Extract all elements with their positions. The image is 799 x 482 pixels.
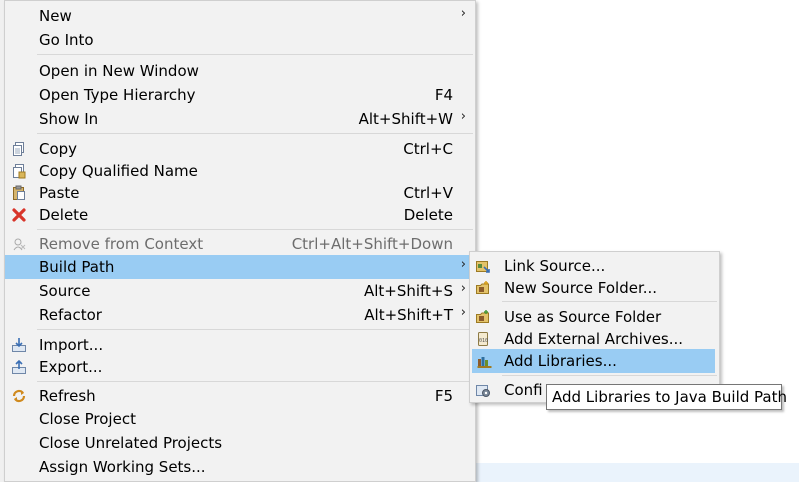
menu-item-label: Build Path [39,258,115,276]
menu-item-show-in[interactable]: Show In Alt+Shift+W › [5,107,475,131]
import-icon [11,337,27,353]
menu-separator [37,133,473,134]
menu-item-label: Close Unrelated Projects [39,434,223,452]
menu-item-label: Delete [39,206,89,224]
submenu-arrow-icon: › [460,281,466,296]
copy-qualified-name-icon [11,163,27,179]
submenu-item-label: Use as Source Folder [504,308,662,326]
submenu-item-label: Add Libraries... [504,352,617,370]
new-source-folder-icon [475,280,491,296]
submenu-item-use-as-source-folder[interactable]: Use as Source Folder [470,305,719,329]
menu-item-label: Show In [39,110,99,128]
menu-item-label: Paste [39,184,80,202]
tooltip-text: Add Libraries to Java Build Path [552,388,788,406]
submenu-item-label: Link Source... [504,257,606,275]
menu-item-label: Export... [39,358,103,376]
menu-item-shortcut: F5 [434,387,453,405]
menu-item-label: Import... [39,336,104,354]
remove-from-context-icon [11,236,27,252]
submenu-item-new-source-folder[interactable]: New Source Folder... [470,276,719,300]
menu-item-refresh[interactable]: Refresh F5 [5,384,475,408]
menu-item-open-type-hierarchy[interactable]: Open Type Hierarchy F4 [5,83,475,107]
submenu-item-add-libraries[interactable]: Add Libraries... [472,349,715,373]
menu-item-assign-working-sets[interactable]: Assign Working Sets... [5,455,475,479]
refresh-icon [11,388,27,404]
background-panel-strip [476,463,799,482]
use-as-source-folder-icon [475,309,491,325]
menu-item-label: Copy Qualified Name [39,162,198,180]
menu-separator [37,229,473,230]
menu-item-go-into[interactable]: Go Into [5,28,475,52]
submenu-item-label: Add External Archives... [504,330,684,348]
menu-item-source[interactable]: Source Alt+Shift+S › [5,279,475,303]
submenu-item-label: Confi [504,381,543,399]
menu-item-shortcut: F4 [434,86,453,104]
tooltip: Add Libraries to Java Build Path [546,384,787,410]
menu-item-copy[interactable]: Copy Ctrl+C [5,137,475,161]
paste-icon [11,185,27,201]
context-menu: New › Go Into Open in New Window Open Ty… [4,0,476,482]
menu-item-label: Close Project [39,410,136,428]
submenu-arrow-icon: › [460,109,466,124]
submenu-item-add-external-archives[interactable]: 010 Add External Archives... [470,327,719,351]
menu-item-shortcut: Ctrl+V [403,184,453,202]
menu-item-shortcut: Alt+Shift+W [358,110,453,128]
menu-item-label: Copy [39,140,78,158]
link-source-icon [475,258,491,274]
submenu-item-link-source[interactable]: Link Source... [470,254,719,278]
menu-item-close-unrelated-projects[interactable]: Close Unrelated Projects [5,431,475,455]
delete-icon [11,207,27,223]
menu-item-import[interactable]: Import... [5,333,475,357]
menu-item-new[interactable]: New › [5,4,475,28]
menu-item-delete[interactable]: Delete Delete [5,203,475,227]
menu-item-label: Remove from Context [39,235,204,253]
menu-separator [37,54,473,55]
menu-item-build-path[interactable]: Build Path › [5,255,475,279]
menu-item-label: Refresh [39,387,96,405]
menu-item-label: Open in New Window [39,62,199,80]
export-icon [11,359,27,375]
submenu-arrow-icon: › [460,257,466,272]
submenu-arrow-icon: › [460,6,466,21]
menu-item-shortcut: Alt+Shift+S [363,282,453,300]
menu-item-label: Open Type Hierarchy [39,86,196,104]
menu-item-close-project[interactable]: Close Project [5,407,475,431]
menu-item-refactor[interactable]: Refactor Alt+Shift+T › [5,303,475,327]
menu-item-label: New [39,7,72,25]
menu-item-shortcut: Ctrl+Alt+Shift+Down [291,235,453,253]
menu-item-copy-qualified-name[interactable]: Copy Qualified Name [5,159,475,183]
menu-item-remove-from-context: Remove from Context Ctrl+Alt+Shift+Down [5,232,475,256]
svg-text:010: 010 [479,338,488,344]
menu-separator [502,301,717,302]
menu-item-label: Refactor [39,306,102,324]
menu-item-export[interactable]: Export... [5,355,475,379]
menu-item-open-in-new-window[interactable]: Open in New Window [5,59,475,83]
build-path-submenu: Link Source... New Source Folder... Use … [469,251,720,403]
menu-separator [37,329,473,330]
menu-item-shortcut: Ctrl+C [403,140,453,158]
menu-item-shortcut: Delete [403,206,453,224]
menu-item-label: Source [39,282,91,300]
menu-separator [502,375,717,376]
submenu-arrow-icon: › [460,305,466,320]
configure-build-path-icon [475,382,491,398]
add-external-archives-icon: 010 [475,331,491,347]
menu-item-label: Assign Working Sets... [39,458,206,476]
menu-separator [37,381,473,382]
submenu-item-label: New Source Folder... [504,279,658,297]
menu-item-shortcut: Alt+Shift+T [364,306,453,324]
menu-item-label: Go Into [39,31,94,49]
menu-item-paste[interactable]: Paste Ctrl+V [5,181,475,205]
add-libraries-icon [477,353,493,369]
copy-icon [11,141,27,157]
